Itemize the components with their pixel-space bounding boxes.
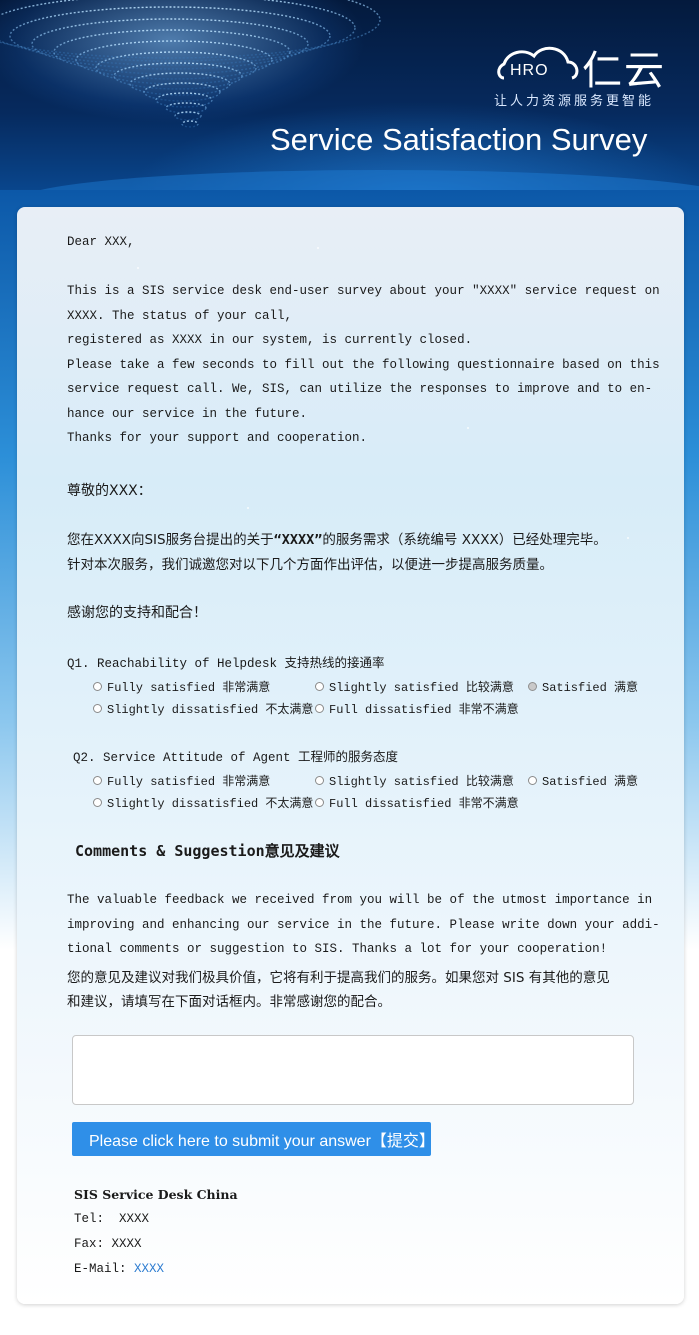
- q2-option-slightly-dissatisfied[interactable]: Slightly dissatisfied 不太满意: [93, 794, 313, 811]
- greeting-cn: 尊敬的XXX：: [67, 483, 152, 499]
- header-banner: HRO 仁云 让人力资源服务更智能 Service Satisfaction S…: [0, 0, 699, 205]
- radio-button[interactable]: [315, 776, 324, 785]
- q1-option-slightly-satisfied[interactable]: Slightly satisfied 比较满意: [315, 678, 514, 695]
- letter-cn-line-1: 您在XXXX向SIS服务台提出的关于“XXXX”的服务需求（系统编号 XXXX）…: [67, 532, 607, 548]
- logo-hro-text: HRO: [510, 62, 549, 79]
- comments-heading: Comments & Suggestion意见及建议: [75, 842, 340, 860]
- letter-en-line-7: Thanks for your support and cooperation.: [67, 431, 368, 445]
- letter-en-line-6: hance our service in the future.: [67, 407, 308, 421]
- logo-chinese-name: 仁云: [582, 48, 666, 94]
- footer-email: E-Mail: XXXX: [74, 1262, 165, 1276]
- comments-cn-line-1: 您的意见及建议对我们极具价值，它将有利于提高我们的服务。如果您对 SIS 有其他…: [67, 970, 610, 986]
- page-title: Service Satisfaction Survey: [270, 122, 648, 157]
- question-1-label: Q1. Reachability of Helpdesk 支持热线的接通率: [67, 657, 385, 671]
- q2-option-satisfied[interactable]: Satisfied 满意: [528, 772, 638, 789]
- radio-button[interactable]: [315, 682, 324, 691]
- q2-option-slightly-satisfied[interactable]: Slightly satisfied 比较满意: [315, 772, 514, 789]
- letter-en-line-4: Please take a few seconds to fill out th…: [67, 358, 660, 372]
- q1-option-full-dissatisfied[interactable]: Full dissatisfied 非常不满意: [315, 700, 519, 717]
- q1-option-satisfied[interactable]: Satisfied 满意: [528, 678, 638, 695]
- submit-button[interactable]: Please click here to submit your answer【…: [72, 1122, 435, 1156]
- letter-en-line-3: registered as XXXX in our system, is cur…: [67, 333, 473, 347]
- request-name-quote: “XXXX”: [273, 532, 323, 548]
- question-2-label: Q2. Service Attitude of Agent 工程师的服务态度: [73, 751, 399, 765]
- radio-button[interactable]: [93, 798, 102, 807]
- radio-button[interactable]: [315, 798, 324, 807]
- letter-en-line-2: XXXX. The status of your call,: [67, 309, 293, 323]
- greeting-en: Dear XXX,: [67, 235, 135, 249]
- radio-button[interactable]: [315, 704, 324, 713]
- q1-option-slightly-dissatisfied[interactable]: Slightly dissatisfied 不太满意: [93, 700, 313, 717]
- comments-cn-line-2: 和建议，请填写在下面对话框内。非常感谢您的配合。: [67, 994, 391, 1010]
- q1-option-fully-satisfied[interactable]: Fully satisfied 非常满意: [93, 678, 270, 695]
- radio-button[interactable]: [93, 682, 102, 691]
- comments-en-line-3: tional comments or suggestion to SIS. Th…: [67, 942, 608, 956]
- letter-cn-line-2: 针对本次服务，我们诚邀您对以下几个方面作出评估，以便进一步提高服务质量。: [67, 557, 553, 573]
- radio-button-selected[interactable]: [528, 682, 537, 691]
- radio-button[interactable]: [93, 704, 102, 713]
- tel-value: XXXX: [119, 1212, 150, 1226]
- logo-slogan: 让人力资源服务更智能: [494, 94, 655, 109]
- radio-button[interactable]: [528, 776, 537, 785]
- letter-en-line-5: service request call. We, SIS, can utili…: [67, 382, 653, 396]
- footer-fax: Fax: XXXX: [74, 1237, 142, 1251]
- q2-option-fully-satisfied[interactable]: Fully satisfied 非常满意: [93, 772, 270, 789]
- email-link[interactable]: XXXX: [134, 1262, 164, 1276]
- comments-en-line-2: improving and enhancing our service in t…: [67, 918, 660, 932]
- letter-en-line-1: This is a SIS service desk end-user surv…: [67, 284, 660, 298]
- footer-title: SIS Service Desk China: [74, 1187, 238, 1202]
- comments-en-line-1: The valuable feedback we received from y…: [67, 893, 653, 907]
- fax-value: XXXX: [111, 1237, 142, 1251]
- radio-button[interactable]: [93, 776, 102, 785]
- q2-option-full-dissatisfied[interactable]: Full dissatisfied 非常不满意: [315, 794, 519, 811]
- thanks-cn: 感谢您的支持和配合！: [67, 605, 207, 621]
- comments-textarea[interactable]: [72, 1035, 634, 1105]
- footer-tel: Tel: XXXX: [74, 1212, 150, 1226]
